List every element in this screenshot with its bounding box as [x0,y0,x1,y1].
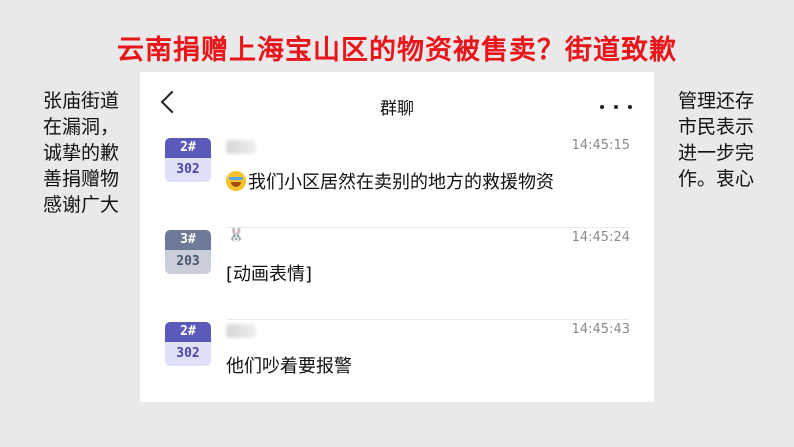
message-time: 14:45:43 [571,322,630,337]
message-time: 14:45:24 [571,230,630,245]
chat-screenshot: 群聊 2# 302 14:45:15 我们小区居然在卖别的地方的救援物资 3# … [140,72,654,402]
blurred-sender-name [226,324,256,338]
message-text: [动画表情] [226,264,313,285]
avatar[interactable]: 2# 302 [165,138,211,182]
message-text: 他们吵着要报警 [226,356,352,377]
avatar-building: 3# [165,230,211,250]
chat-message: 2# 302 14:45:15 我们小区居然在卖别的地方的救援物资 [140,138,654,228]
body-line: 在漏洞， [43,116,120,138]
crying-laughing-emoji-icon [226,171,246,191]
chat-header: 群聊 [140,72,654,138]
chat-title: 群聊 [380,99,414,119]
body-line: 诚挚的歉 [43,142,120,164]
avatar-room: 302 [165,158,211,182]
divider [226,227,630,228]
avatar-building: 2# [165,138,211,158]
divider [226,319,630,320]
body-line: 管理还存 [677,90,754,112]
blurred-sender-name [226,140,256,154]
avatar-room: 302 [165,342,211,366]
body-line: 市民表示 [677,116,754,138]
avatar[interactable]: 3# 203 [165,230,211,274]
avatar-building: 2# [165,322,211,342]
chat-message: 3# 203 🐰 14:45:24 [动画表情] [140,228,654,320]
body-line: 感谢广大 [43,194,120,216]
rabbit-icon: 🐰 [228,228,245,243]
body-line: 张庙街道 [43,90,120,112]
body-line: 善捐赠物 [43,168,120,190]
ellipsis-icon[interactable] [600,105,632,109]
body-line: 作。衷心 [677,168,754,190]
message-text: 我们小区居然在卖别的地方的救援物资 [226,168,554,194]
avatar[interactable]: 2# 302 [165,322,211,366]
avatar-room: 203 [165,250,211,274]
body-line: 进一步完 [677,142,754,164]
slide-title: 云南捐赠上海宝山区的物资被售卖？街道致歉 [117,35,677,66]
message-time: 14:45:15 [571,138,630,153]
message-body: 我们小区居然在卖别的地方的救援物资 [248,172,554,193]
chat-message: 2# 302 14:45:43 他们吵着要报警 [140,322,654,402]
